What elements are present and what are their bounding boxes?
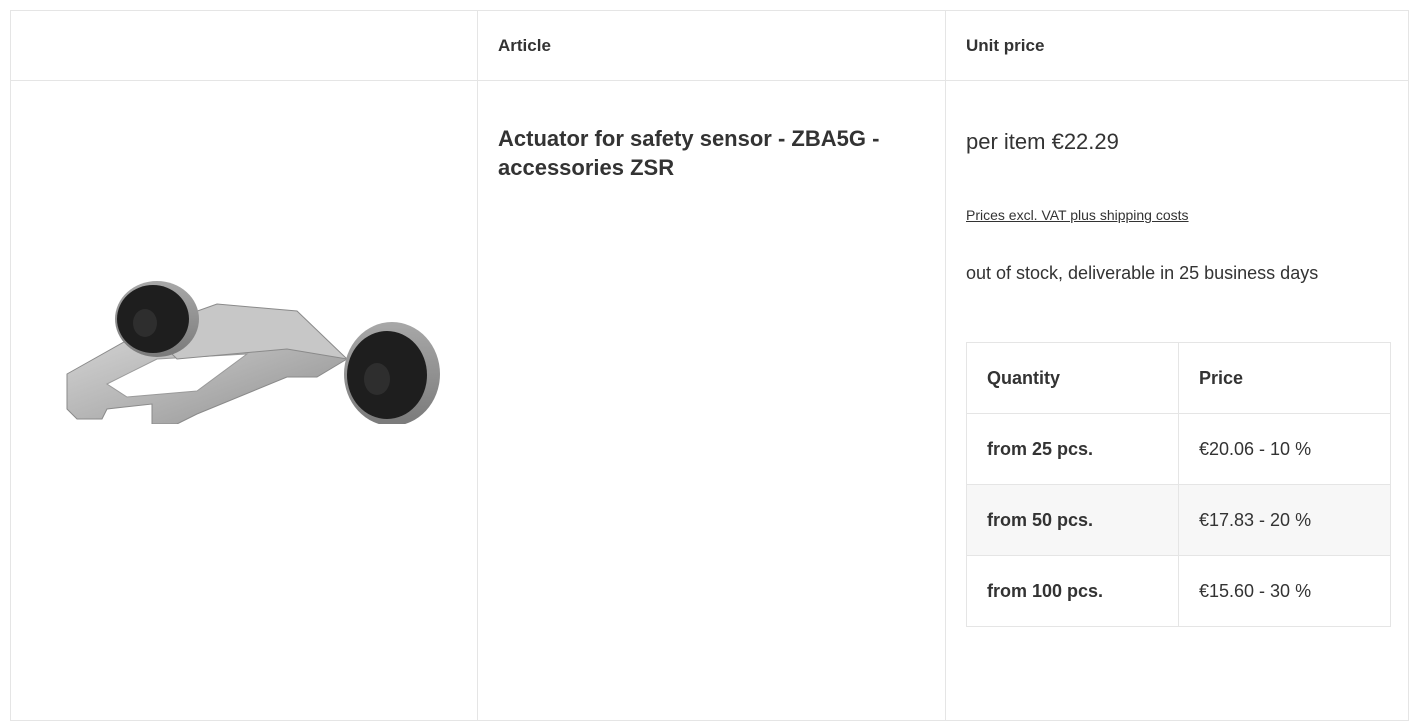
header-unit-price: Unit price	[945, 10, 1409, 81]
tier-price: €15.60 - 30 %	[1178, 555, 1391, 627]
header-image	[10, 10, 478, 81]
quantity-header: Quantity	[966, 342, 1179, 414]
article-title[interactable]: Actuator for safety sensor - ZBA5G - acc…	[498, 124, 898, 182]
table-row: from 100 pcs. €15.60 - 30 %	[966, 555, 1391, 627]
table-header-row: Article Unit price	[10, 10, 1409, 81]
quantity-price-table: Quantity Price from 25 pcs. €20.06 - 10 …	[966, 342, 1391, 627]
stock-status: out of stock, deliverable in 25 business…	[966, 263, 1319, 283]
unit-price: per item €22.29	[966, 129, 1119, 154]
tier-price: €20.06 - 10 %	[1178, 413, 1391, 485]
header-article: Article	[477, 10, 946, 81]
article-cell: Actuator for safety sensor - ZBA5G - acc…	[477, 80, 946, 721]
unit-price-cell: per item €22.29 Prices excl. VAT plus sh…	[945, 80, 1409, 721]
vat-shipping-link[interactable]: Prices excl. VAT plus shipping costs	[966, 207, 1189, 223]
tier-price: €17.83 - 20 %	[1178, 484, 1391, 556]
product-table-wrapper: Article Unit price Actuator for safety s…	[10, 10, 1409, 721]
tier-quantity: from 50 pcs.	[966, 484, 1179, 556]
table-row: from 25 pcs. €20.06 - 10 %	[966, 413, 1391, 485]
product-image[interactable]	[47, 209, 457, 424]
price-header: Price	[1178, 342, 1391, 414]
product-image-cell	[10, 80, 478, 721]
table-row: Actuator for safety sensor - ZBA5G - acc…	[10, 80, 1409, 721]
tier-quantity: from 100 pcs.	[966, 555, 1179, 627]
tier-quantity: from 25 pcs.	[966, 413, 1179, 485]
table-row: from 50 pcs. €17.83 - 20 %	[966, 484, 1391, 556]
product-table: Article Unit price Actuator for safety s…	[10, 10, 1409, 721]
quantity-table-header: Quantity Price	[966, 342, 1391, 414]
